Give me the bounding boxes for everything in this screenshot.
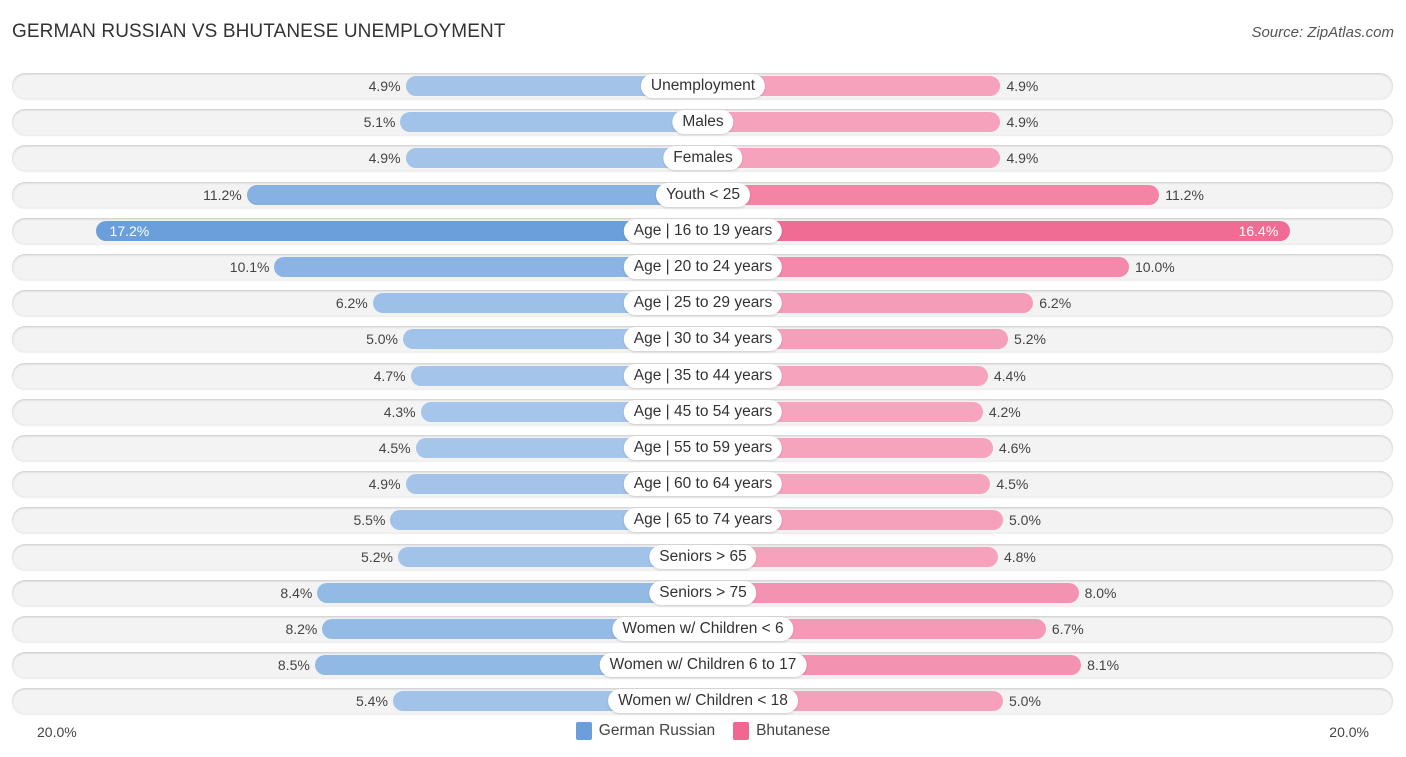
category-label: Women w/ Children < 18 <box>608 689 798 714</box>
legend: German Russian Bhutanese <box>0 722 1406 740</box>
category-label: Youth < 25 <box>656 182 750 207</box>
category-label: Women w/ Children < 6 <box>612 617 794 641</box>
category-label: Age | 35 to 44 years <box>623 363 783 388</box>
category-label: Males <box>672 110 734 135</box>
category-label: Age | 25 to 29 years <box>623 291 783 316</box>
legend-label-german-russian: German Russian <box>598 722 716 739</box>
bar-bhutanese[interactable] <box>703 148 1001 169</box>
legend-item-german-russian[interactable]: German Russian <box>575 722 716 740</box>
value-label-german-russian: 8.2% <box>285 621 318 637</box>
bar-bhutanese[interactable] <box>703 582 1079 603</box>
value-label-german-russian: 5.5% <box>353 512 386 529</box>
value-label-bhutanese: 8.0% <box>1084 584 1117 601</box>
value-label-bhutanese: 5.0% <box>1009 512 1041 529</box>
value-label-bhutanese: 4.9% <box>1006 114 1039 131</box>
bar-bhutanese[interactable] <box>703 112 1001 133</box>
bar-german-russian[interactable] <box>400 112 703 133</box>
value-label-german-russian: 5.4% <box>356 693 388 710</box>
value-label-bhutanese: 4.9% <box>1006 150 1039 167</box>
category-label: Age | 65 to 74 years <box>623 508 783 533</box>
value-label-german-russian: 8.4% <box>280 584 313 601</box>
category-label: Age | 55 to 59 years <box>623 436 783 460</box>
value-label-german-russian: 4.9% <box>368 476 401 493</box>
value-label-bhutanese: 8.1% <box>1087 657 1120 674</box>
value-label-bhutanese: 10.0% <box>1135 259 1175 275</box>
category-label: Women w/ Children 6 to 17 <box>599 653 807 678</box>
value-label-bhutanese: 16.4% <box>1238 222 1279 239</box>
category-label: Females <box>663 146 743 171</box>
value-label-german-russian: 4.5% <box>378 440 411 456</box>
value-label-bhutanese: 11.2% <box>1165 186 1204 203</box>
bar-german-russian[interactable] <box>246 184 703 205</box>
value-label-german-russian: 5.0% <box>366 331 398 348</box>
category-label: Seniors > 75 <box>649 580 757 605</box>
legend-item-bhutanese[interactable]: Bhutanese <box>733 722 830 740</box>
legend-label-bhutanese: Bhutanese <box>756 722 831 739</box>
value-label-bhutanese: 5.0% <box>1009 693 1041 710</box>
bar-bhutanese[interactable] <box>703 184 1160 205</box>
category-label: Age | 60 to 64 years <box>623 472 783 497</box>
bar-german-russian[interactable] <box>95 220 703 241</box>
value-label-german-russian: 4.3% <box>383 403 416 420</box>
value-label-german-russian: 17.2% <box>109 222 150 239</box>
bar-bhutanese[interactable] <box>703 220 1291 241</box>
value-label-german-russian: 6.2% <box>335 295 368 312</box>
value-label-german-russian: 4.7% <box>373 367 406 384</box>
chart-area: Unemployment 4.9% 4.9% Males 5.1% 4.9% Females… <box>0 0 1406 757</box>
legend-swatch-bhutanese <box>733 722 750 740</box>
value-label-bhutanese: 4.5% <box>996 476 1029 493</box>
value-label-german-russian: 11.2% <box>203 186 242 203</box>
value-label-bhutanese: 4.4% <box>993 367 1026 384</box>
category-label: Unemployment <box>640 74 766 98</box>
bar-german-russian[interactable] <box>317 582 703 603</box>
value-label-german-russian: 4.9% <box>368 150 401 167</box>
value-label-bhutanese: 4.6% <box>998 440 1031 456</box>
value-label-german-russian: 10.1% <box>229 259 270 275</box>
category-label: Seniors > 65 <box>649 544 757 569</box>
category-label: Age | 30 to 34 years <box>623 327 783 352</box>
category-label: Age | 20 to 24 years <box>623 255 783 279</box>
value-label-bhutanese: 6.2% <box>1039 295 1072 312</box>
value-label-bhutanese: 6.7% <box>1051 621 1084 637</box>
value-label-german-russian: 5.2% <box>361 548 393 565</box>
value-label-german-russian: 5.1% <box>363 114 396 131</box>
category-label: Age | 16 to 19 years <box>623 218 783 243</box>
value-label-german-russian: 4.9% <box>368 78 401 94</box>
value-label-german-russian: 8.5% <box>277 657 310 674</box>
value-label-bhutanese: 4.2% <box>988 403 1021 420</box>
value-label-bhutanese: 4.9% <box>1006 78 1039 94</box>
legend-swatch-german-russian <box>575 722 592 740</box>
bar-german-russian[interactable] <box>405 148 703 169</box>
value-label-bhutanese: 4.8% <box>1003 548 1036 565</box>
category-label: Age | 45 to 54 years <box>623 399 783 424</box>
value-label-bhutanese: 5.2% <box>1014 331 1046 348</box>
